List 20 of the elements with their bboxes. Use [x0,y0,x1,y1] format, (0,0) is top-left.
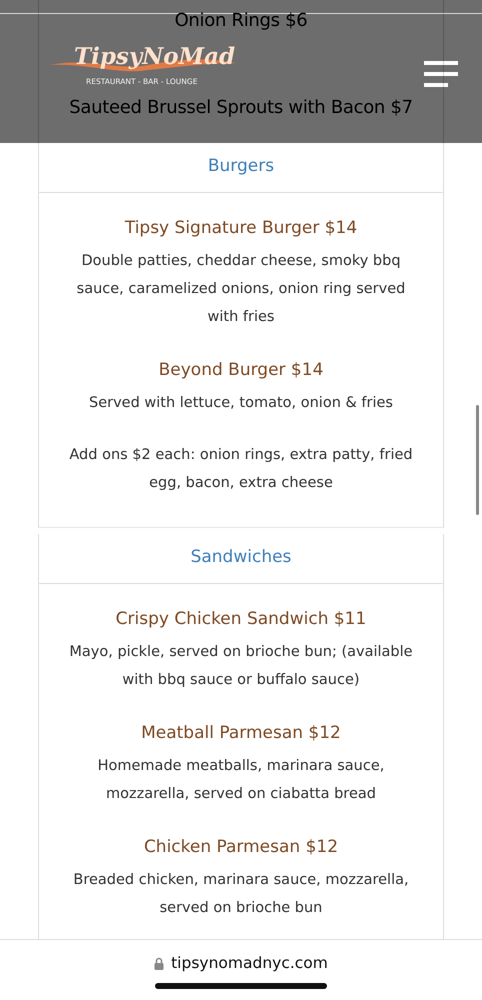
menu-item-description: Double patties, cheddar cheese, smoky bbq sauce, caramelized onions, onion ring served with fries [76,252,406,327]
menu-item-description: Mayo, pickle, served on brioche bun; (available with bbq sauce or buffalo sauce) [68,643,414,690]
menu-item-title: Onion Rings $6 [174,10,308,31]
menu-item-description: Homemade meatballs, marinara sauce, mozzarella, served on ciabatta bread [96,757,386,804]
menu-item-title: Tipsy Signature Burger $14 [124,217,358,240]
menu-item-title: Chicken Parmesan $12 [142,836,340,859]
menu-item-title: Crispy Chicken Sandwich $11 [114,608,368,631]
menu-item-description: Served with lettuce, tomato, onion & fries [88,394,394,413]
menu-item-title: Meatball Parmesan $12 [140,722,342,745]
menu-item-description: Breaded chicken, marinara sauce, mozzarella, served on brioche bun [72,871,410,918]
lock-icon [154,956,164,970]
url-text[interactable]: tipsynomadnyc.com [171,954,328,972]
menu-icon[interactable] [424,61,460,87]
menu-item-description: Add ons $2 each: onion rings, extra patty, fried egg, bacon, extra cheese [68,446,414,493]
menu-item-title: Beyond Burger $14 [158,359,324,382]
logo-wordmark[interactable]: TipsyNoMad [74,43,236,70]
home-indicator[interactable] [155,983,327,989]
menu-item-title: Sauteed Brussel Sprouts with Bacon $7 [69,97,413,118]
section-title: Sandwiches [39,534,443,584]
scrollbar[interactable] [476,405,479,515]
